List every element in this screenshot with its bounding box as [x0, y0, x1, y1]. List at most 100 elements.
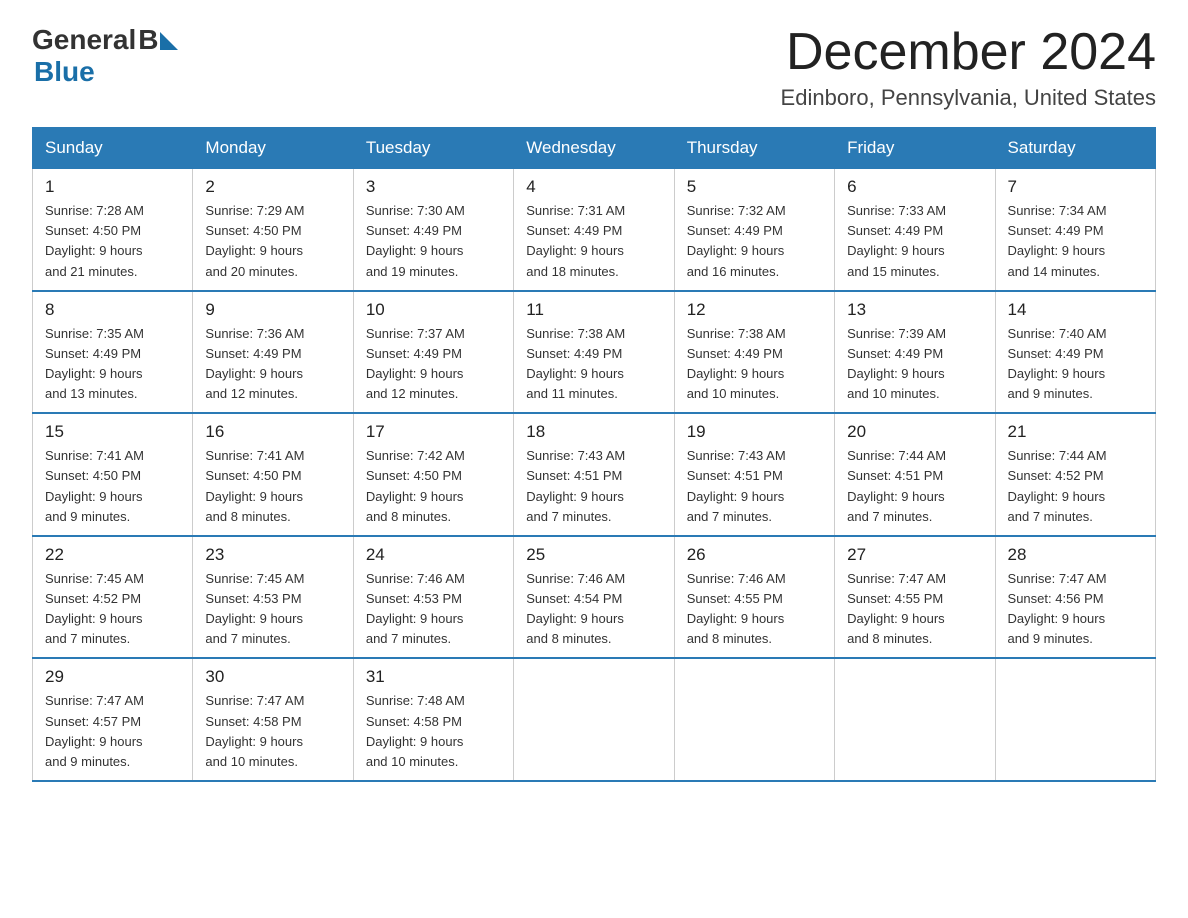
- calendar-cell: [835, 658, 995, 781]
- subtitle: Edinboro, Pennsylvania, United States: [781, 85, 1156, 111]
- calendar-cell: 1 Sunrise: 7:28 AMSunset: 4:50 PMDaylight…: [33, 169, 193, 291]
- day-number: 13: [847, 300, 982, 320]
- calendar-cell: 17Sunrise: 7:42 AMSunset: 4:50 PMDayligh…: [353, 413, 513, 536]
- day-info: Sunrise: 7:41 AMSunset: 4:50 PMDaylight:…: [45, 446, 180, 527]
- calendar-cell: 13 Sunrise: 7:39 AMSunset: 4:49 PMDayligh…: [835, 291, 995, 414]
- calendar-header-sunday: Sunday: [33, 128, 193, 169]
- page-title: December 2024: [781, 24, 1156, 81]
- day-info: Sunrise: 7:42 AMSunset: 4:50 PMDaylight:…: [366, 446, 501, 527]
- calendar-week-row: 1 Sunrise: 7:28 AMSunset: 4:50 PMDaylight…: [33, 169, 1156, 291]
- calendar-week-row: 15 Sunrise: 7:41 AMSunset: 4:50 PMDayligh…: [33, 413, 1156, 536]
- logo-blue-text: Blue: [34, 56, 95, 88]
- day-number: 16: [205, 422, 340, 442]
- day-number: 4: [526, 177, 661, 197]
- day-number: 3: [366, 177, 501, 197]
- day-info: Sunrise: 7:45 AMSunset: 4:52 PMDaylight:…: [45, 569, 180, 650]
- calendar-cell: 14 Sunrise: 7:40 AMSunset: 4:49 PMDayligh…: [995, 291, 1155, 414]
- calendar-cell: 8Sunrise: 7:35 AMSunset: 4:49 PMDaylight…: [33, 291, 193, 414]
- day-info: Sunrise: 7:39 AMSunset: 4:49 PMDaylight:…: [847, 324, 982, 405]
- day-number: 11: [526, 300, 661, 320]
- day-info: Sunrise: 7:43 AMSunset: 4:51 PMDaylight:…: [526, 446, 661, 527]
- logo-arrow-icon: [160, 32, 178, 50]
- day-info: Sunrise: 7:29 AMSunset: 4:50 PMDaylight:…: [205, 201, 340, 282]
- calendar-cell: 25Sunrise: 7:46 AMSunset: 4:54 PMDayligh…: [514, 536, 674, 659]
- day-info: Sunrise: 7:33 AMSunset: 4:49 PMDaylight:…: [847, 201, 982, 282]
- day-info: Sunrise: 7:40 AMSunset: 4:49 PMDaylight:…: [1008, 324, 1143, 405]
- day-info: Sunrise: 7:32 AMSunset: 4:49 PMDaylight:…: [687, 201, 822, 282]
- day-info: Sunrise: 7:41 AMSunset: 4:50 PMDaylight:…: [205, 446, 340, 527]
- day-info: Sunrise: 7:43 AMSunset: 4:51 PMDaylight:…: [687, 446, 822, 527]
- calendar-header-monday: Monday: [193, 128, 353, 169]
- day-number: 21: [1008, 422, 1143, 442]
- page-header: General B Blue December 2024 Edinboro, P…: [32, 24, 1156, 111]
- calendar-cell: 7 Sunrise: 7:34 AMSunset: 4:49 PMDaylight…: [995, 169, 1155, 291]
- calendar-cell: 19 Sunrise: 7:43 AMSunset: 4:51 PMDayligh…: [674, 413, 834, 536]
- calendar-cell: 10 Sunrise: 7:37 AMSunset: 4:49 PMDayligh…: [353, 291, 513, 414]
- day-info: Sunrise: 7:47 AMSunset: 4:56 PMDaylight:…: [1008, 569, 1143, 650]
- calendar-cell: 4 Sunrise: 7:31 AMSunset: 4:49 PMDaylight…: [514, 169, 674, 291]
- day-info: Sunrise: 7:28 AMSunset: 4:50 PMDaylight:…: [45, 201, 180, 282]
- calendar-header-row: SundayMondayTuesdayWednesdayThursdayFrid…: [33, 128, 1156, 169]
- calendar-cell: 16 Sunrise: 7:41 AMSunset: 4:50 PMDayligh…: [193, 413, 353, 536]
- calendar-header-friday: Friday: [835, 128, 995, 169]
- day-number: 1: [45, 177, 180, 197]
- day-info: Sunrise: 7:37 AMSunset: 4:49 PMDaylight:…: [366, 324, 501, 405]
- title-block: December 2024 Edinboro, Pennsylvania, Un…: [781, 24, 1156, 111]
- calendar-cell: [995, 658, 1155, 781]
- calendar-cell: [514, 658, 674, 781]
- calendar-cell: 15 Sunrise: 7:41 AMSunset: 4:50 PMDayligh…: [33, 413, 193, 536]
- day-info: Sunrise: 7:47 AMSunset: 4:57 PMDaylight:…: [45, 691, 180, 772]
- day-info: Sunrise: 7:34 AMSunset: 4:49 PMDaylight:…: [1008, 201, 1143, 282]
- day-info: Sunrise: 7:38 AMSunset: 4:49 PMDaylight:…: [687, 324, 822, 405]
- day-number: 9: [205, 300, 340, 320]
- calendar-cell: [674, 658, 834, 781]
- day-number: 5: [687, 177, 822, 197]
- day-info: Sunrise: 7:45 AMSunset: 4:53 PMDaylight:…: [205, 569, 340, 650]
- day-number: 10: [366, 300, 501, 320]
- logo-general-text: General: [32, 24, 136, 56]
- day-info: Sunrise: 7:35 AMSunset: 4:49 PMDaylight:…: [45, 324, 180, 405]
- day-number: 2: [205, 177, 340, 197]
- day-number: 31: [366, 667, 501, 687]
- day-number: 7: [1008, 177, 1143, 197]
- calendar-cell: 22 Sunrise: 7:45 AMSunset: 4:52 PMDayligh…: [33, 536, 193, 659]
- calendar-cell: 28Sunrise: 7:47 AMSunset: 4:56 PMDayligh…: [995, 536, 1155, 659]
- calendar-cell: 23Sunrise: 7:45 AMSunset: 4:53 PMDayligh…: [193, 536, 353, 659]
- calendar-cell: 3Sunrise: 7:30 AMSunset: 4:49 PMDaylight…: [353, 169, 513, 291]
- calendar-cell: 18 Sunrise: 7:43 AMSunset: 4:51 PMDayligh…: [514, 413, 674, 536]
- day-number: 19: [687, 422, 822, 442]
- day-number: 26: [687, 545, 822, 565]
- calendar-cell: 6 Sunrise: 7:33 AMSunset: 4:49 PMDaylight…: [835, 169, 995, 291]
- day-info: Sunrise: 7:47 AMSunset: 4:58 PMDaylight:…: [205, 691, 340, 772]
- day-info: Sunrise: 7:47 AMSunset: 4:55 PMDaylight:…: [847, 569, 982, 650]
- day-info: Sunrise: 7:36 AMSunset: 4:49 PMDaylight:…: [205, 324, 340, 405]
- day-number: 18: [526, 422, 661, 442]
- calendar-cell: 5 Sunrise: 7:32 AMSunset: 4:49 PMDaylight…: [674, 169, 834, 291]
- day-number: 22: [45, 545, 180, 565]
- calendar-cell: 21 Sunrise: 7:44 AMSunset: 4:52 PMDayligh…: [995, 413, 1155, 536]
- calendar-cell: 9 Sunrise: 7:36 AMSunset: 4:49 PMDaylight…: [193, 291, 353, 414]
- day-number: 25: [526, 545, 661, 565]
- day-number: 30: [205, 667, 340, 687]
- calendar-cell: 29 Sunrise: 7:47 AMSunset: 4:57 PMDayligh…: [33, 658, 193, 781]
- day-number: 24: [366, 545, 501, 565]
- day-number: 15: [45, 422, 180, 442]
- calendar-cell: 2 Sunrise: 7:29 AMSunset: 4:50 PMDaylight…: [193, 169, 353, 291]
- calendar-header-tuesday: Tuesday: [353, 128, 513, 169]
- day-info: Sunrise: 7:48 AMSunset: 4:58 PMDaylight:…: [366, 691, 501, 772]
- day-info: Sunrise: 7:44 AMSunset: 4:52 PMDaylight:…: [1008, 446, 1143, 527]
- calendar-cell: 20Sunrise: 7:44 AMSunset: 4:51 PMDayligh…: [835, 413, 995, 536]
- day-info: Sunrise: 7:31 AMSunset: 4:49 PMDaylight:…: [526, 201, 661, 282]
- calendar-cell: 26Sunrise: 7:46 AMSunset: 4:55 PMDayligh…: [674, 536, 834, 659]
- logo: General B Blue: [32, 24, 178, 88]
- day-number: 29: [45, 667, 180, 687]
- calendar-table: SundayMondayTuesdayWednesdayThursdayFrid…: [32, 127, 1156, 782]
- calendar-cell: 27Sunrise: 7:47 AMSunset: 4:55 PMDayligh…: [835, 536, 995, 659]
- calendar-cell: 31 Sunrise: 7:48 AMSunset: 4:58 PMDayligh…: [353, 658, 513, 781]
- day-info: Sunrise: 7:46 AMSunset: 4:53 PMDaylight:…: [366, 569, 501, 650]
- day-number: 14: [1008, 300, 1143, 320]
- day-number: 20: [847, 422, 982, 442]
- day-number: 6: [847, 177, 982, 197]
- calendar-header-thursday: Thursday: [674, 128, 834, 169]
- calendar-cell: 24 Sunrise: 7:46 AMSunset: 4:53 PMDayligh…: [353, 536, 513, 659]
